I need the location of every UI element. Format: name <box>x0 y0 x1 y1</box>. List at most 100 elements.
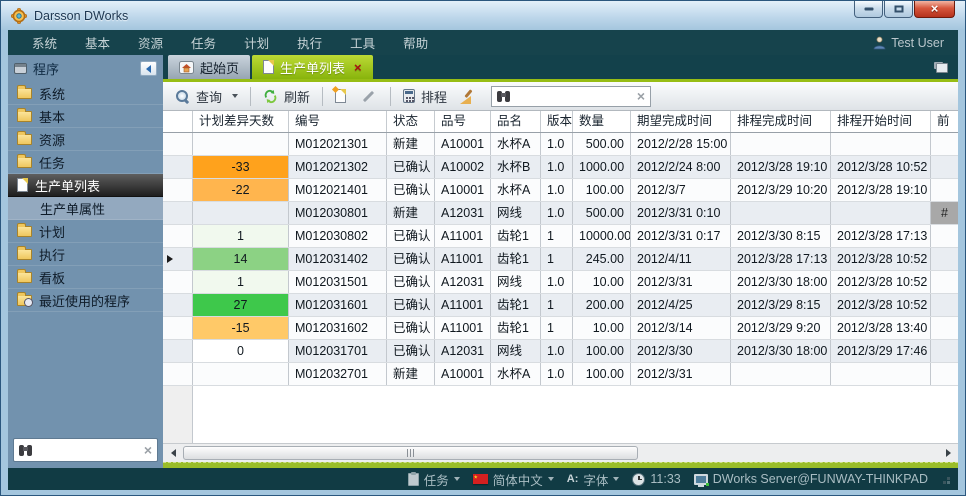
table-row[interactable]: 14M012031402已确认A11001齿轮11245.002012/4/11… <box>163 248 958 271</box>
query-button[interactable]: 查询 <box>170 84 243 108</box>
table-row[interactable]: 1M012030802已确认A11001齿轮1110000.002012/3/3… <box>163 225 958 248</box>
close-button[interactable]: × <box>914 1 955 18</box>
cell-ver[interactable]: 1.0 <box>541 156 573 178</box>
menu-item[interactable]: 工具 <box>336 33 389 52</box>
cell-diff[interactable]: 27 <box>193 294 289 316</box>
cell-item[interactable]: A10001 <box>435 179 491 201</box>
cell-start[interactable] <box>831 133 931 155</box>
cell-name[interactable]: 网线 <box>491 202 541 224</box>
cell-ver[interactable]: 1.0 <box>541 271 573 293</box>
menu-item[interactable]: 任务 <box>177 33 230 52</box>
row-selector-cell[interactable] <box>163 202 193 224</box>
cell-num[interactable]: M012031501 <box>289 271 387 293</box>
row-selector-cell[interactable] <box>163 225 193 247</box>
cell-ver[interactable]: 1.0 <box>541 202 573 224</box>
cell-qty[interactable]: 10.00 <box>573 271 631 293</box>
cell-qty[interactable]: 500.00 <box>573 133 631 155</box>
cell-item[interactable]: A10001 <box>435 133 491 155</box>
cell-status[interactable]: 新建 <box>387 363 435 385</box>
column-header-end[interactable]: 排程完成时间 <box>731 111 831 132</box>
column-header-num[interactable]: 编号 <box>289 111 387 132</box>
column-header-diff[interactable]: 计划差异天数 <box>193 111 289 132</box>
sidebar-search-input[interactable] <box>38 443 139 457</box>
user-widget[interactable]: Test User <box>873 36 948 50</box>
row-selector-cell[interactable] <box>163 179 193 201</box>
table-row[interactable]: -22M012021401已确认A10001水杯A1.0100.002012/3… <box>163 179 958 202</box>
cell-diff[interactable]: 1 <box>193 225 289 247</box>
cell-name[interactable]: 网线 <box>491 340 541 362</box>
cell-qty[interactable]: 10.00 <box>573 317 631 339</box>
cell-name[interactable]: 水杯B <box>491 156 541 178</box>
cell-status[interactable]: 已确认 <box>387 248 435 270</box>
tab-production-list[interactable]: 生产单列表 × <box>252 55 373 79</box>
cell-name[interactable]: 齿轮1 <box>491 248 541 270</box>
sidebar-item[interactable]: 生产单列表 <box>8 174 163 197</box>
edit-button[interactable] <box>354 84 383 108</box>
cell-name[interactable]: 水杯A <box>491 363 541 385</box>
cell-name[interactable]: 水杯A <box>491 133 541 155</box>
sidebar-item[interactable]: 任务 <box>8 151 163 174</box>
sidebar-item[interactable]: 执行 <box>8 243 163 266</box>
cell-extra[interactable] <box>931 248 958 270</box>
cell-extra[interactable] <box>931 271 958 293</box>
sidebar-item[interactable]: 系统 <box>8 82 163 105</box>
column-header-item[interactable]: 品号 <box>435 111 491 132</box>
cell-qty[interactable]: 10000.00 <box>573 225 631 247</box>
row-selector-cell[interactable] <box>163 340 193 362</box>
cell-qty[interactable]: 1000.00 <box>573 156 631 178</box>
cell-name[interactable]: 齿轮1 <box>491 225 541 247</box>
language-dropdown-icon[interactable] <box>548 477 554 481</box>
cell-end[interactable]: 2012/3/30 18:00 <box>731 271 831 293</box>
cell-start[interactable]: 2012/3/28 10:52 <box>831 156 931 178</box>
cell-diff[interactable] <box>193 133 289 155</box>
status-font[interactable]: A: 字体 <box>567 470 620 489</box>
cell-diff[interactable]: -22 <box>193 179 289 201</box>
cell-ver[interactable]: 1 <box>541 225 573 247</box>
cell-ver[interactable]: 1 <box>541 317 573 339</box>
cell-item[interactable]: A12031 <box>435 202 491 224</box>
column-header-qty[interactable]: 数量 <box>573 111 631 132</box>
cell-qty[interactable]: 100.00 <box>573 363 631 385</box>
sidebar-item[interactable]: 基本 <box>8 105 163 128</box>
column-header-expect[interactable]: 期望完成时间 <box>631 111 731 132</box>
clean-button[interactable] <box>455 84 480 108</box>
cell-expect[interactable]: 2012/3/7 <box>631 179 731 201</box>
row-selector-cell[interactable] <box>163 317 193 339</box>
cell-ver[interactable]: 1.0 <box>541 340 573 362</box>
column-header-start[interactable]: 排程开始时间 <box>831 111 931 132</box>
cell-end[interactable]: 2012/3/28 19:10 <box>731 156 831 178</box>
table-row[interactable]: -33M012021302已确认A10002水杯B1.01000.002012/… <box>163 156 958 179</box>
menu-item[interactable]: 计划 <box>230 33 283 52</box>
cell-status[interactable]: 已确认 <box>387 156 435 178</box>
cell-extra[interactable] <box>931 156 958 178</box>
sidebar-item[interactable]: 看板 <box>8 266 163 289</box>
cell-qty[interactable]: 200.00 <box>573 294 631 316</box>
table-row[interactable]: 27M012031601已确认A11001齿轮11200.002012/4/25… <box>163 294 958 317</box>
menu-item[interactable]: 执行 <box>283 33 336 52</box>
cell-status[interactable]: 新建 <box>387 133 435 155</box>
minimize-button[interactable] <box>854 1 883 18</box>
table-row[interactable]: -15M012031602已确认A11001齿轮1110.002012/3/14… <box>163 317 958 340</box>
cell-num[interactable]: M012021302 <box>289 156 387 178</box>
scroll-right-icon[interactable] <box>941 446 955 460</box>
cell-num[interactable]: M012030802 <box>289 225 387 247</box>
scrollbar-thumb[interactable] <box>183 446 638 460</box>
column-header-extra[interactable]: 前 <box>931 111 958 132</box>
cell-num[interactable]: M012021301 <box>289 133 387 155</box>
cell-expect[interactable]: 2012/2/28 15:00 <box>631 133 731 155</box>
cell-start[interactable]: 2012/3/28 10:52 <box>831 294 931 316</box>
status-task[interactable]: 任务 <box>408 470 460 489</box>
cell-start[interactable] <box>831 202 931 224</box>
maximize-button[interactable] <box>884 1 913 18</box>
sidebar-item[interactable]: 计划 <box>8 220 163 243</box>
row-selector-cell[interactable] <box>163 248 193 270</box>
cell-extra[interactable] <box>931 133 958 155</box>
cell-diff[interactable] <box>193 202 289 224</box>
sidebar-item[interactable]: 生产单属性 <box>8 197 163 220</box>
cell-start[interactable]: 2012/3/29 17:46 <box>831 340 931 362</box>
cell-start[interactable]: 2012/3/28 19:10 <box>831 179 931 201</box>
cell-diff[interactable]: 1 <box>193 271 289 293</box>
cell-item[interactable]: A12031 <box>435 271 491 293</box>
cell-num[interactable]: M012031402 <box>289 248 387 270</box>
cell-qty[interactable]: 500.00 <box>573 202 631 224</box>
